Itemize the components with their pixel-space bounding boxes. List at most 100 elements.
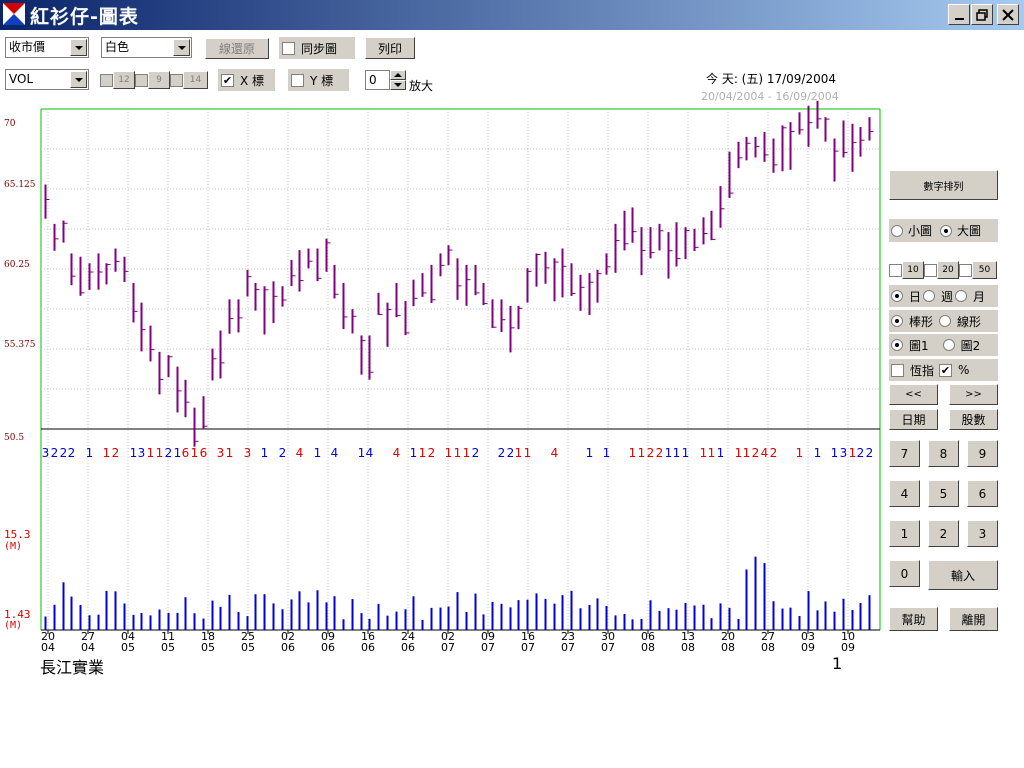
y-axis-toggle[interactable]: Y 標 (288, 69, 349, 91)
stock-chart[interactable]: 2004270404051105180525050206090616062406… (0, 100, 890, 660)
ma-9-group[interactable]: 9 (135, 71, 170, 89)
sync-chart-checkbox[interactable] (282, 41, 295, 55)
price-type-dropdown-button[interactable] (70, 39, 87, 56)
keypad-7-button[interactable]: 7 (889, 440, 920, 467)
zoom-input[interactable]: 0 (365, 70, 390, 90)
color-value: 白色 (105, 40, 130, 54)
x-tick-month: 04 (41, 641, 55, 654)
color-dropdown-button[interactable] (173, 39, 190, 56)
percent-label: % (958, 363, 970, 377)
ma-14-checkbox[interactable] (170, 73, 183, 87)
x-axis-toggle[interactable]: ✔ X 標 (218, 69, 275, 91)
stock-name: 長江實業 (40, 658, 105, 677)
ma50-group[interactable]: 50 (959, 261, 997, 279)
keypad-6-button[interactable]: 6 (967, 480, 998, 507)
restore-button[interactable] (971, 4, 993, 25)
digit-label: 1 (130, 446, 138, 460)
percent-checkbox[interactable]: ✔ (939, 363, 953, 377)
sync-chart-toggle[interactable]: 同步圖 (279, 37, 355, 59)
ma50-checkbox[interactable] (959, 263, 972, 277)
ma20-group[interactable]: 20 (924, 261, 959, 279)
ma-12-checkbox[interactable] (100, 73, 113, 87)
price-tick-label: 50.5 (4, 433, 24, 443)
x-tick-month: 04 (81, 641, 95, 654)
line-style-radio[interactable] (939, 315, 952, 327)
leave-button[interactable]: 離開 (949, 607, 998, 631)
prev-button[interactable]: << (889, 384, 938, 405)
price-type-select[interactable]: 收市價 (5, 37, 89, 58)
keypad-8-button[interactable]: 8 (928, 440, 959, 467)
digit-label: 2 (165, 446, 173, 460)
week-radio[interactable] (923, 290, 936, 302)
zoom-up-button[interactable] (390, 70, 406, 80)
chart-number-group: 圖1 圖2 (889, 334, 998, 356)
large-chart-label: 大圖 (957, 224, 982, 238)
ma-9-button[interactable]: 9 (148, 71, 170, 89)
color-select[interactable]: 白色 (101, 37, 192, 58)
print-button[interactable]: 列印 (365, 37, 415, 59)
digit-label: 1 (629, 446, 637, 460)
chart2-label: 圖2 (960, 338, 981, 353)
small-chart-label: 小圖 (908, 224, 933, 238)
digit-label: 4 (761, 446, 769, 460)
y-axis-checkbox[interactable] (291, 73, 304, 87)
index-group: 恆指 ✔ % (889, 359, 998, 381)
digit-label: 2 (68, 446, 76, 460)
keypad-0-button[interactable]: 0 (889, 560, 920, 587)
date-button[interactable]: 日期 (889, 409, 938, 430)
month-radio[interactable] (955, 290, 968, 302)
keypad-2-button[interactable]: 2 (928, 520, 959, 547)
digit-label: 4 (296, 446, 304, 460)
indicator-select[interactable]: VOL (5, 69, 89, 90)
close-button[interactable] (997, 4, 1019, 25)
ma10-group[interactable]: 10 (889, 261, 924, 279)
chart1-radio[interactable] (891, 339, 903, 351)
enter-button[interactable]: 輸入 (928, 560, 998, 590)
x-axis-checkbox[interactable]: ✔ (221, 73, 234, 87)
x-tick-month: 05 (161, 641, 175, 654)
page-number: 1 (832, 654, 843, 673)
digit-label: 1 (586, 446, 594, 460)
keypad-9-button[interactable]: 9 (967, 440, 998, 467)
x-tick-month: 08 (641, 641, 655, 654)
period-group: 日 週 月 (889, 285, 998, 307)
digit-list-button[interactable]: 數字排列 (889, 170, 998, 200)
keypad-1-button[interactable]: 1 (889, 520, 920, 547)
digit-label: 2 (472, 446, 480, 460)
arrow-down-icon (394, 83, 402, 87)
large-chart-radio[interactable] (940, 224, 953, 237)
keypad-5-button[interactable]: 5 (928, 480, 959, 507)
help-button[interactable]: 幫助 (889, 607, 938, 631)
keypad-3-button[interactable]: 3 (967, 520, 998, 547)
ma50-button[interactable]: 50 (972, 261, 997, 279)
ma20-checkbox[interactable] (924, 263, 937, 277)
ma-12-button[interactable]: 12 (113, 71, 135, 89)
x-tick-month: 06 (281, 641, 295, 654)
small-chart-radio[interactable] (891, 224, 903, 237)
chevron-down-icon (74, 45, 83, 50)
ma20-button[interactable]: 20 (937, 261, 959, 279)
minimize-button[interactable] (948, 4, 970, 25)
shares-button[interactable]: 股數 (949, 409, 998, 430)
next-button[interactable]: >> (949, 384, 998, 405)
x-tick-month: 06 (361, 641, 375, 654)
title-bar (0, 0, 1024, 30)
indicator-dropdown-button[interactable] (70, 71, 87, 88)
ma-14-button[interactable]: 14 (183, 71, 208, 89)
chevron-down-icon (177, 45, 186, 50)
zoom-down-button[interactable] (390, 80, 406, 90)
chart2-radio[interactable] (942, 339, 955, 351)
ma-12-group[interactable]: 12 (100, 71, 135, 89)
keypad-4-button[interactable]: 4 (889, 480, 920, 507)
digit-label: 1 (682, 446, 690, 460)
hsi-checkbox[interactable] (891, 363, 904, 377)
ma10-checkbox[interactable] (889, 263, 902, 277)
ma10-button[interactable]: 10 (902, 261, 924, 279)
ma-9-checkbox[interactable] (135, 73, 148, 87)
day-radio[interactable] (891, 290, 903, 302)
bar-style-radio[interactable] (891, 315, 903, 327)
ma-14-group[interactable]: 14 (170, 71, 208, 89)
chart-size-group: 小圖 大圖 (889, 219, 998, 242)
x-tick-month: 08 (721, 641, 735, 654)
restore-lines-button[interactable]: 線還原 (205, 38, 269, 59)
